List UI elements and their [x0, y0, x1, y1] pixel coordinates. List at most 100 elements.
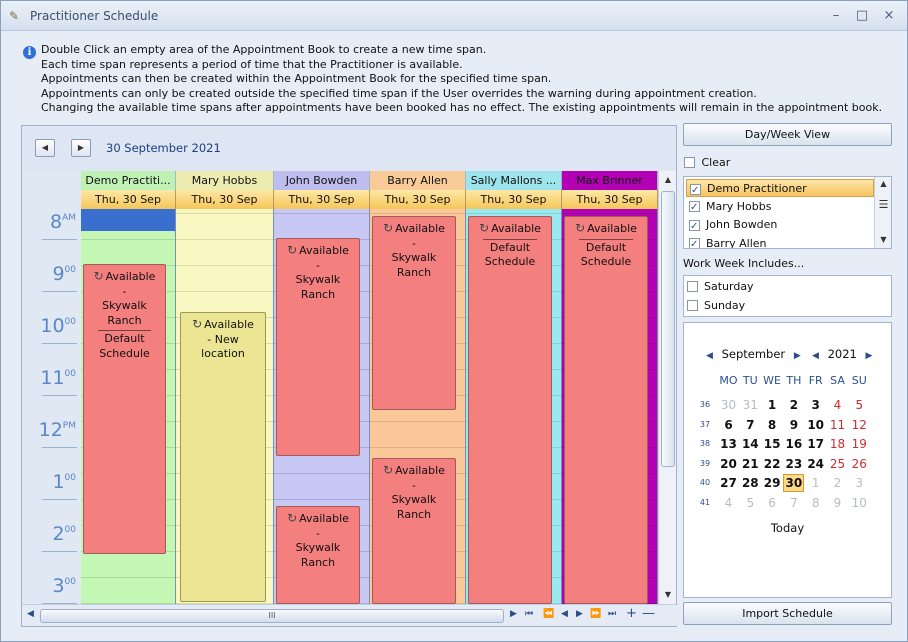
availability-block[interactable]: ↻ Available - Skywalk Ranch — [276, 506, 360, 604]
practitioner-column-header[interactable]: Barry Allen — [370, 171, 466, 190]
availability-block[interactable]: ↻ Available Default Schedule — [468, 216, 552, 604]
practitioner-checkbox[interactable] — [689, 199, 700, 217]
calendar-day[interactable]: 4 — [718, 494, 739, 512]
scroll-thumb[interactable] — [661, 191, 675, 467]
work-week-option[interactable]: Sunday — [687, 298, 745, 312]
practitioner-column-header[interactable]: Demo Practiti... — [81, 171, 176, 190]
vertical-scrollbar[interactable]: ▲ ▼ — [658, 171, 676, 604]
calendar-day-selected[interactable]: 30 — [783, 474, 805, 492]
practitioner-checkbox[interactable] — [689, 218, 700, 236]
calendar-day[interactable]: 5 — [740, 494, 761, 512]
practitioner-column-header[interactable]: Sally Mallons ... — [466, 171, 562, 190]
calendar-day[interactable]: 21 — [740, 455, 761, 473]
calendar-day[interactable]: 3 — [849, 474, 870, 492]
practitioner-list-item[interactable]: John Bowden — [686, 216, 874, 236]
calendar-day[interactable]: 2 — [827, 474, 848, 492]
calendar-day[interactable]: 1 — [805, 474, 826, 492]
calendar-day[interactable]: 27 — [718, 474, 739, 492]
practitioner-list-item[interactable]: Barry Allen — [686, 235, 874, 248]
previous-day-button[interactable]: ◀ — [35, 139, 55, 157]
calendar-day[interactable]: 20 — [718, 455, 739, 473]
calendar-day[interactable]: 1 — [762, 396, 783, 414]
minimize-button[interactable]: – — [827, 7, 845, 25]
calendar-day[interactable]: 13 — [718, 435, 739, 453]
calendar-day[interactable]: 25 — [827, 455, 848, 473]
calendar-day[interactable]: 23 — [783, 455, 804, 473]
practitioner-checkbox[interactable] — [689, 236, 700, 248]
calendar-day[interactable]: 3 — [805, 396, 826, 414]
next-month-icon[interactable]: ▶ — [794, 351, 801, 361]
list-scroll-grip-icon[interactable]: ☰ — [875, 198, 891, 211]
practitioner-list-item[interactable]: Demo Practitioner — [686, 179, 874, 200]
scroll-up-icon[interactable]: ▲ — [659, 173, 677, 187]
calendar-day[interactable]: 24 — [805, 455, 826, 473]
calendar-day[interactable]: 6 — [718, 416, 739, 434]
calendar-day[interactable]: 28 — [740, 474, 761, 492]
availability-block[interactable]: ↻ Available - Skywalk Ranch — [276, 238, 360, 456]
calendar-day[interactable]: 8 — [762, 416, 783, 434]
calendar-day[interactable]: 7 — [783, 494, 804, 512]
calendar-day[interactable]: 16 — [783, 435, 804, 453]
calendar-day[interactable]: 12 — [849, 416, 870, 434]
work-week-checkbox[interactable] — [687, 299, 698, 311]
title-bar[interactable]: ✎ Practitioner Schedule – □ × — [1, 1, 907, 31]
practitioner-column-header[interactable]: John Bowden — [274, 171, 370, 190]
previous-record-icon[interactable]: ◀ — [561, 609, 568, 619]
practitioner-column-header[interactable]: Max Brinner — [562, 171, 658, 190]
calendar-day[interactable]: 5 — [849, 396, 870, 414]
calendar-day[interactable]: 7 — [740, 416, 761, 434]
month-selector[interactable]: ◀ September ▶ — [706, 347, 801, 361]
calendar-day[interactable]: 9 — [827, 494, 848, 512]
list-scrollbar[interactable]: ▲ ☰ ▼ — [874, 177, 891, 248]
calendar-day[interactable]: 31 — [740, 396, 761, 414]
maximize-button[interactable]: □ — [853, 7, 871, 25]
work-week-checkbox[interactable] — [687, 280, 698, 292]
availability-block[interactable]: ↻ Available - Skywalk Ranch Default Schedule — [83, 264, 166, 554]
calendar-day[interactable]: 22 — [762, 455, 783, 473]
year-selector[interactable]: ◀ 2021 ▶ — [812, 347, 872, 361]
practitioner-checkbox[interactable] — [690, 182, 701, 200]
horizontal-scroll-thumb[interactable]: III — [40, 609, 504, 623]
calendar-day[interactable]: 15 — [762, 435, 783, 453]
calendar-day[interactable]: 30 — [718, 396, 739, 414]
calendar-day[interactable]: 6 — [762, 494, 783, 512]
calendar-day[interactable]: 17 — [805, 435, 826, 453]
calendar-day[interactable]: 4 — [827, 396, 848, 414]
calendar-day[interactable]: 10 — [849, 494, 870, 512]
calendar-day[interactable]: 9 — [783, 416, 804, 434]
clear-checkbox[interactable] — [684, 156, 695, 168]
calendar-day[interactable]: 14 — [740, 435, 761, 453]
calendar-day[interactable]: 18 — [827, 435, 848, 453]
next-year-icon[interactable]: ▶ — [866, 351, 873, 361]
scroll-down-icon[interactable]: ▼ — [659, 588, 677, 602]
list-scroll-up-icon[interactable]: ▲ — [875, 179, 891, 188]
list-scroll-down-icon[interactable]: ▼ — [875, 235, 891, 244]
today-button[interactable]: Today — [684, 521, 891, 535]
calendar-day[interactable]: 8 — [805, 494, 826, 512]
scroll-right-icon[interactable]: ▶ — [510, 609, 517, 619]
next-page-icon[interactable]: ⏩ — [590, 609, 601, 619]
prev-month-icon[interactable]: ◀ — [706, 351, 713, 361]
calendar-day[interactable]: 19 — [849, 435, 870, 453]
calendar-day[interactable]: 11 — [827, 416, 848, 434]
next-record-icon[interactable]: ▶ — [576, 609, 583, 619]
day-week-view-button[interactable]: Day/Week View — [683, 123, 892, 146]
work-week-option[interactable]: Saturday — [687, 279, 754, 293]
calendar-day[interactable]: 29 — [762, 474, 783, 492]
calendar-day[interactable]: 10 — [805, 416, 826, 434]
next-day-button[interactable]: ▶ — [71, 139, 91, 157]
availability-block[interactable]: ↻ Available - Skywalk Ranch — [372, 216, 456, 410]
availability-block[interactable]: ↻ Available Default Schedule — [564, 216, 648, 604]
prev-year-icon[interactable]: ◀ — [812, 351, 819, 361]
import-schedule-button[interactable]: Import Schedule — [683, 602, 892, 625]
close-button[interactable]: × — [880, 7, 898, 25]
scroll-left-icon[interactable]: ◀ — [27, 609, 34, 619]
calendar-day[interactable]: 26 — [849, 455, 870, 473]
availability-block[interactable]: ↻ Available - Skywalk Ranch — [372, 458, 456, 604]
add-record-icon[interactable]: + — [626, 606, 637, 621]
practitioner-list-item[interactable]: Mary Hobbs — [686, 198, 874, 217]
clear-checkbox-row[interactable]: Clear — [684, 155, 730, 169]
previous-page-icon[interactable]: ⏪ — [543, 609, 554, 619]
practitioner-column-header[interactable]: Mary Hobbs — [176, 171, 274, 190]
availability-block[interactable]: ↻ Available - New location — [180, 312, 266, 602]
